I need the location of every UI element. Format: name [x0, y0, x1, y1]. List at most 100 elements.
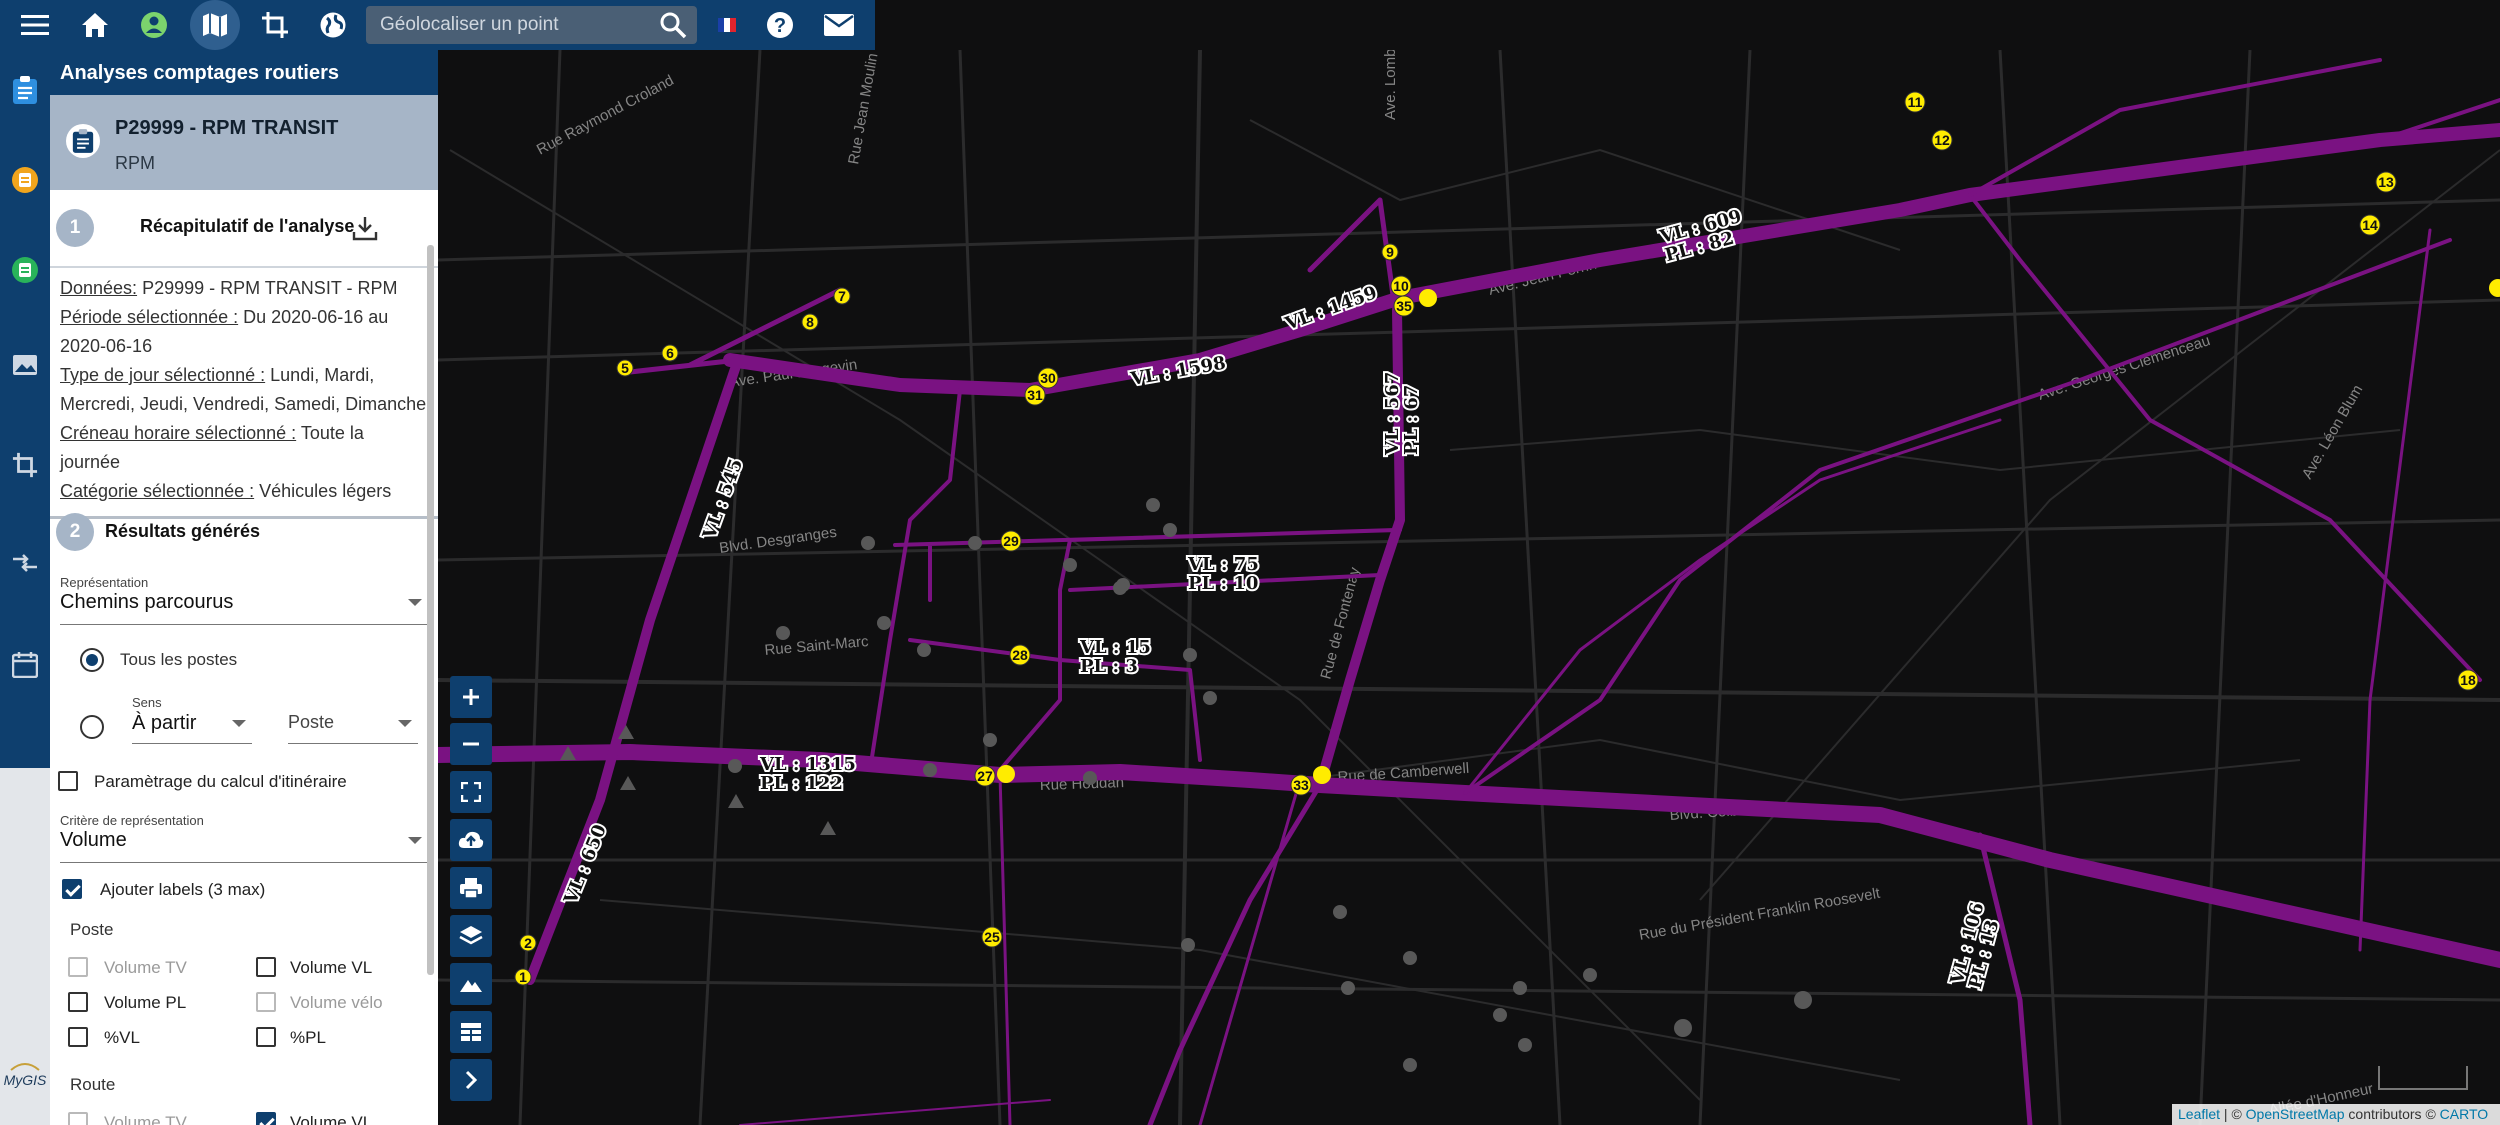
map-attribution: Leaflet | © OpenStreetMap contributors ©… [2172, 1104, 2500, 1125]
map-view-button[interactable] [190, 0, 240, 50]
station-marker[interactable]: 27 [974, 765, 996, 787]
rail-compare-button[interactable] [0, 538, 50, 588]
station-marker[interactable]: 6 [661, 344, 679, 362]
route-volume-tv-label: Volume TV [104, 1113, 187, 1125]
leaflet-link[interactable]: Leaflet [2178, 1106, 2220, 1122]
menu-button[interactable] [12, 0, 58, 50]
station-dot[interactable] [997, 765, 1015, 783]
download-button[interactable] [352, 215, 378, 246]
station-dot[interactable] [1313, 766, 1331, 784]
poste-volume-vl-checkbox[interactable] [256, 957, 276, 977]
map-canvas[interactable]: Ave. Paul Langevin Ave. Jean Perrin Ave.… [438, 50, 2500, 1125]
station-marker[interactable]: 11 [1904, 91, 1926, 113]
poste-pct-pl-checkbox[interactable] [256, 1027, 276, 1047]
station-marker[interactable]: 35 [1393, 295, 1415, 317]
poste-volume-tv-checkbox[interactable] [68, 957, 88, 977]
map-top-strip [875, 0, 2500, 50]
route-volume-vl-checkbox[interactable] [256, 1112, 276, 1125]
rail-crop-button[interactable] [0, 440, 50, 490]
layer-card[interactable]: P29999 - RPM TRANSIT RPM [50, 95, 438, 190]
home-button[interactable] [72, 0, 118, 50]
summary-slot: Créneau horaire sélectionné : Toute la j… [60, 423, 364, 472]
poste-pct-vl-checkbox[interactable] [68, 1027, 88, 1047]
clipboard-icon [13, 76, 37, 104]
itinerary-param-checkbox[interactable] [58, 771, 78, 791]
station-dot[interactable] [2489, 279, 2500, 297]
print-button[interactable] [450, 867, 492, 909]
terrain-button[interactable] [450, 963, 492, 1005]
station-number: 27 [977, 768, 993, 784]
carto-link[interactable]: CARTO [2440, 1106, 2489, 1122]
station-marker[interactable]: 2 [519, 934, 537, 952]
zoom-out-button[interactable] [450, 723, 492, 765]
representation-value: Chemins parcourus [60, 591, 234, 613]
station-marker[interactable]: 31 [1024, 384, 1046, 406]
osm-link[interactable]: OpenStreetMap [2246, 1106, 2345, 1122]
station-number: 30 [1040, 370, 1056, 386]
analysis-panel: Analyses comptages routiers P29999 - RPM… [50, 50, 438, 1125]
poste-volume-pl-checkbox[interactable] [68, 992, 88, 1012]
sens-select[interactable]: À partir [132, 712, 252, 744]
station-marker[interactable]: 8 [801, 313, 819, 331]
user-icon [141, 12, 167, 38]
layers-button[interactable] [450, 915, 492, 957]
station-marker[interactable]: 7 [833, 287, 851, 305]
station-dot[interactable] [1419, 289, 1437, 307]
station-marker[interactable]: 14 [2359, 214, 2381, 236]
map-icon [203, 13, 227, 37]
representation-select[interactable]: Chemins parcourus [60, 591, 428, 625]
station-number: 12 [1934, 132, 1950, 148]
station-number: 28 [1012, 647, 1028, 663]
fullscreen-button[interactable] [450, 771, 492, 813]
crop-icon [12, 452, 38, 478]
layer-name: P29999 - RPM TRANSIT [115, 117, 339, 139]
base-road-network [438, 50, 2500, 1125]
flow-label: VL : 650 [558, 820, 613, 910]
station-marker[interactable]: 30 [1037, 367, 1059, 389]
criterion-select[interactable]: Volume [60, 829, 428, 863]
download-icon [352, 217, 378, 241]
station-marker[interactable]: 33 [1290, 774, 1312, 796]
help-button[interactable]: ? [757, 0, 803, 50]
language-button[interactable]: FR [712, 0, 742, 50]
station-marker[interactable]: 12 [1931, 129, 1953, 151]
step-2-number: 2 [56, 513, 94, 551]
summary-period: Période sélectionnée : Du 2020-06-16 au … [60, 307, 389, 356]
zoom-in-button[interactable] [450, 676, 492, 718]
radio-direction[interactable] [80, 715, 104, 739]
add-labels-checkbox[interactable] [62, 879, 82, 899]
globe-button[interactable] [310, 0, 356, 50]
station-marker[interactable]: 25 [981, 926, 1003, 948]
poste-volume-velo-checkbox[interactable] [256, 992, 276, 1012]
poste-select[interactable]: Poste [288, 712, 418, 744]
table-button[interactable] [450, 1011, 492, 1053]
user-button[interactable] [131, 0, 177, 50]
route-volume-tv-checkbox[interactable] [68, 1112, 88, 1125]
radio-all-stations[interactable] [80, 648, 104, 672]
rail-calendar-button[interactable] [0, 640, 50, 690]
station-marker[interactable]: 29 [1000, 530, 1022, 552]
station-marker[interactable]: 9 [1381, 243, 1399, 261]
station-marker[interactable]: 18 [2457, 669, 2479, 691]
itinerary-param-label: Paramètrage du calcul d'itinéraire [94, 772, 347, 791]
station-marker[interactable]: 5 [616, 359, 634, 377]
mail-button[interactable] [816, 0, 862, 50]
panel-scrollbar[interactable] [427, 245, 434, 975]
step-1-title: Récapitulatif de l'analyse [140, 216, 355, 236]
search-icon[interactable] [659, 11, 687, 44]
rail-image-button[interactable] [0, 340, 50, 390]
step-1-header[interactable]: 1 Récapitulatif de l'analyse [50, 190, 438, 268]
station-marker[interactable]: 10 [1390, 275, 1412, 297]
station-marker[interactable]: 1 [514, 968, 532, 986]
upload-button[interactable] [450, 819, 492, 861]
expand-button[interactable] [450, 1059, 492, 1101]
step-1-number: 1 [56, 209, 94, 247]
geolocate-input[interactable] [366, 6, 646, 44]
rail-stats-button[interactable] [0, 245, 50, 295]
analysis-summary: Données: P29999 - RPM TRANSIT - RPM Péri… [50, 268, 438, 519]
station-marker[interactable]: 28 [1009, 644, 1031, 666]
rail-traffic-button[interactable] [0, 155, 50, 205]
station-marker[interactable]: 13 [2375, 171, 2397, 193]
crop-button[interactable] [252, 0, 298, 50]
rail-analysis-button[interactable] [0, 65, 50, 115]
